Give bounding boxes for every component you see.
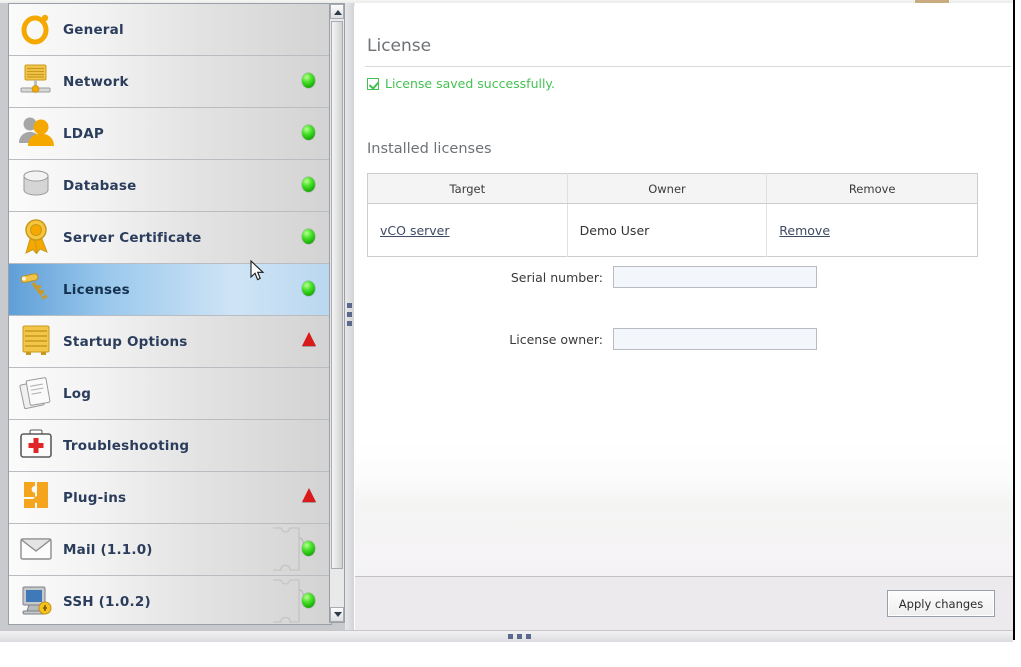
serial-number-input[interactable] (613, 266, 817, 288)
table-header-row: Target Owner Remove (367, 173, 978, 204)
certificate-icon (15, 215, 63, 261)
status-indicator-green (302, 125, 315, 140)
column-header-remove: Remove (766, 173, 978, 204)
sidebar-item-label: Database (63, 177, 137, 194)
sidebar-item-label: Log (63, 385, 92, 402)
sidebar-item-log[interactable]: Log (9, 368, 331, 420)
navigation-list: General Network LDAP Database Server Cer… (9, 4, 331, 625)
sidebar-item-database[interactable]: Database (9, 160, 331, 212)
sidebar-item-ssh-1-0-2[interactable]: SSH (1.0.2) (9, 576, 331, 625)
mail-envelope-icon (15, 527, 63, 573)
serial-number-label: Serial number: (510, 269, 603, 285)
vertical-splitter[interactable] (345, 3, 354, 630)
apply-changes-button[interactable]: Apply changes (887, 590, 995, 617)
sidebar-list-container: General Network LDAP Database Server Cer… (8, 3, 332, 625)
status-message-text: License saved successfully. (385, 76, 556, 91)
splitter-grip-dot (347, 312, 352, 317)
cell-owner: Demo User (567, 203, 768, 257)
ssh-computer-icon (15, 579, 63, 625)
keys-icon (15, 267, 63, 313)
chevron-up-icon (334, 10, 342, 15)
sidebar-item-network[interactable]: Network (9, 56, 331, 108)
section-title: Installed licenses (367, 141, 492, 157)
status-indicator-warning (302, 332, 316, 346)
footer-bar: Apply changes (355, 576, 1013, 630)
license-owner-input[interactable] (613, 328, 817, 350)
server-rack-icon (15, 319, 63, 365)
sidebar-item-label: Plug-ins (63, 489, 127, 506)
cell-remove: Remove (767, 204, 978, 257)
scroll-down-button[interactable] (330, 607, 344, 622)
sidebar-item-label: General (63, 21, 124, 38)
sidebar-item-startup-options[interactable]: Startup Options (9, 316, 331, 368)
sidebar-item-label: Network (63, 73, 129, 90)
cell-target: vCO server (367, 203, 568, 257)
license-owner-label: License owner: (509, 331, 603, 347)
success-check-icon (367, 77, 379, 90)
database-icon (15, 163, 63, 209)
sidebar-item-general[interactable]: General (9, 4, 331, 56)
status-indicator-green (302, 541, 315, 556)
sidebar-item-ldap[interactable]: LDAP (9, 108, 331, 160)
installed-licenses-table: Target Owner Remove vCO server Demo User… (367, 173, 978, 257)
serial-number-row: Serial number: (423, 266, 817, 288)
table-row: vCO server Demo User Remove (367, 203, 978, 257)
sidebar-item-label: Troubleshooting (63, 437, 190, 454)
title-divider (365, 66, 1011, 67)
sidebar-item-label: LDAP (63, 125, 104, 142)
sidebar-item-label: SSH (1.0.2) (63, 593, 151, 610)
sidebar: General Network LDAP Database Server Cer… (0, 3, 345, 630)
sidebar-item-mail-1-1-0[interactable]: Mail (1.1.0) (9, 524, 331, 576)
status-indicator-green (302, 229, 315, 244)
splitter-grip-dot (526, 634, 531, 639)
scrollbar-thumb[interactable] (331, 21, 343, 569)
content-panel: License License saved successfully. Inst… (355, 3, 1013, 630)
mouse-cursor (250, 260, 265, 281)
documents-icon (15, 371, 63, 417)
sidebar-item-label: Mail (1.1.0) (63, 541, 153, 558)
remove-license-link[interactable]: Remove (779, 223, 830, 238)
sidebar-item-label: Startup Options (63, 333, 188, 350)
column-header-owner: Owner (567, 173, 768, 204)
splitter-grip-dot (347, 303, 352, 308)
sidebar-item-server-certificate[interactable]: Server Certificate (9, 212, 331, 264)
status-indicator-green (302, 281, 315, 296)
app-window: General Network LDAP Database Server Cer… (0, 0, 1021, 667)
puzzle-piece-icon (15, 475, 63, 521)
sidebar-item-label: Server Certificate (63, 229, 202, 246)
window-right-border (1013, 0, 1015, 640)
status-indicator-green (302, 177, 315, 192)
sidebar-item-label: Licenses (63, 281, 130, 298)
first-aid-kit-icon (15, 423, 63, 469)
sidebar-item-plug-ins[interactable]: Plug-ins (9, 472, 331, 524)
sidebar-item-licenses[interactable]: Licenses (9, 264, 331, 316)
users-icon (15, 111, 63, 157)
horizontal-splitter[interactable] (0, 630, 1013, 642)
license-owner-row: License owner: (423, 328, 817, 350)
page-title: License (367, 36, 432, 56)
chevron-down-icon (334, 612, 342, 617)
ring-icon (15, 7, 63, 53)
status-indicator-green (302, 73, 315, 88)
splitter-grip-dot (508, 634, 513, 639)
status-indicator-warning (302, 488, 316, 502)
splitter-grip-dot (517, 634, 522, 639)
sidebar-scrollbar[interactable] (329, 3, 345, 623)
column-header-target: Target (367, 173, 568, 204)
scroll-up-button[interactable] (330, 4, 344, 19)
splitter-grip-dot (347, 321, 352, 326)
status-message: License saved successfully. (367, 76, 555, 91)
status-indicator-green (302, 593, 315, 608)
network-icon (15, 59, 63, 105)
window-bottom-area (0, 645, 1021, 667)
license-target-link[interactable]: vCO server (380, 223, 450, 238)
sidebar-item-troubleshooting[interactable]: Troubleshooting (9, 420, 331, 472)
